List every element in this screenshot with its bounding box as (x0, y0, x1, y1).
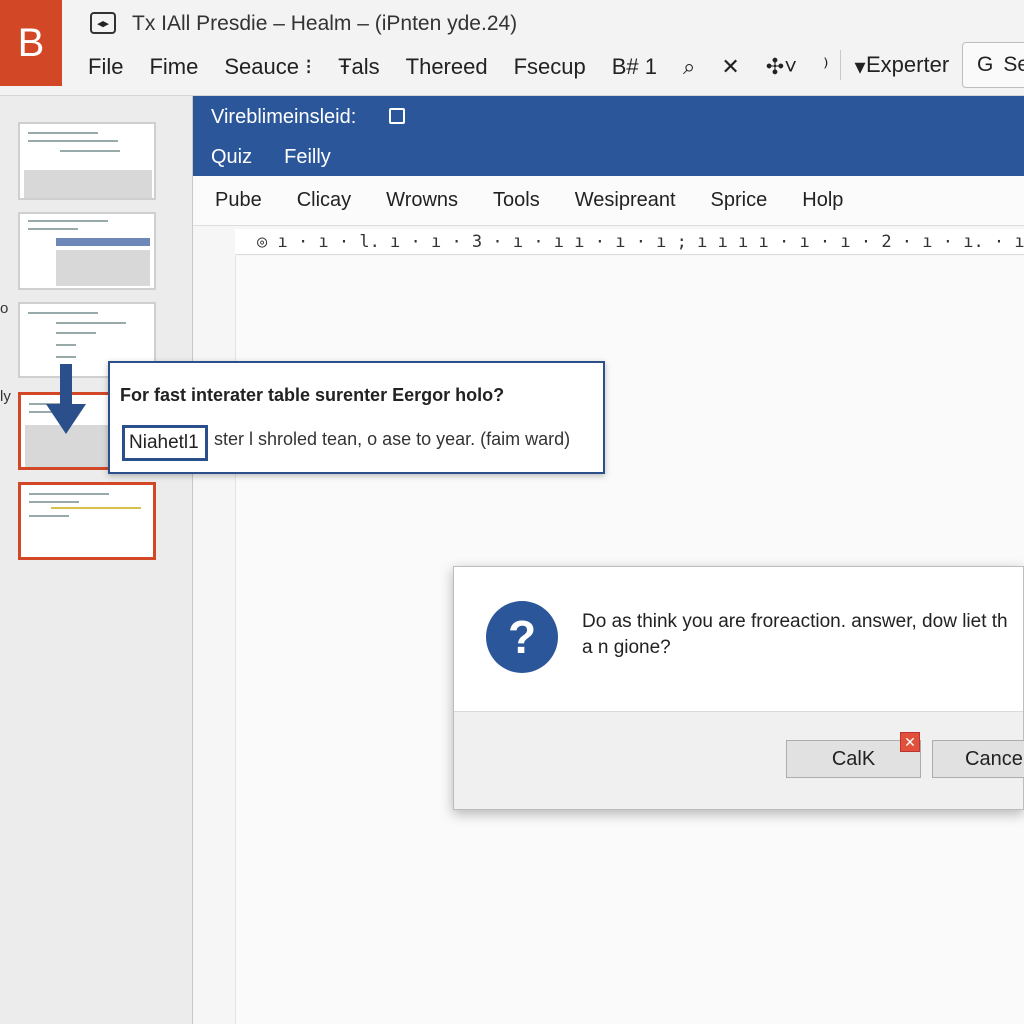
document-tabs: Quiz Feilly (211, 146, 331, 169)
ribbon-menu: Pube Clicay Wrowns Tools Wesipreant Spri… (193, 176, 1024, 226)
callout-answer-text: ster l shroled tean, o ase to year. (fai… (214, 429, 571, 449)
slide-thumbnail-2[interactable] (18, 212, 156, 290)
ribbon-pube[interactable]: Pube (215, 189, 262, 212)
menu-fime[interactable]: Fime (149, 54, 198, 80)
dialog-footer: CalK ✕ Cancel (454, 711, 1024, 809)
confirm-dialog: ? Do as think you are froreaction. answe… (453, 566, 1024, 810)
menu-b1[interactable]: B# 1 (612, 54, 657, 80)
menu-divider (840, 50, 841, 80)
side-label-o: o (0, 300, 9, 317)
menu-seauce[interactable]: Seauce ⁝ (224, 54, 312, 80)
chevron-down-icon[interactable]: ▾ (854, 54, 865, 80)
ruler[interactable]: ◎ ı · ı · l. ı · ı · 3 · ı · ı ı · ı · ı… (235, 229, 1024, 255)
app-logo[interactable]: B (0, 0, 62, 86)
bracket-icon[interactable]: ⁾ (823, 54, 828, 80)
window-title: Tx IAll Presdie – Healm – (iPnten yde.24… (132, 12, 518, 35)
document-window: Vireblimeinsleid: Quiz Feilly Pube Clica… (192, 96, 1024, 1024)
search-icon[interactable]: ⌕ (683, 54, 695, 80)
menu-bar: File Fime Seauce ⁝ Ŧals Thereed Fsecup B… (88, 50, 866, 84)
document-title: Vireblimeinsleid: (211, 106, 357, 128)
slide-thumbnail-1[interactable] (18, 122, 156, 200)
ribbon-wrowns[interactable]: Wrowns (386, 189, 458, 212)
arrow-down-icon (46, 364, 86, 434)
app-title-bar: B ◂▸ Tx IAll Presdie – Healm – (iPnten y… (0, 0, 1024, 96)
ribbon-sprice[interactable]: Sprice (711, 189, 768, 212)
share-button[interactable]: G Se (962, 42, 1024, 88)
move-icon[interactable]: ✣˅ (766, 54, 797, 80)
menu-fsecup[interactable]: Fsecup (514, 54, 586, 80)
ribbon-tools[interactable]: Tools (493, 189, 540, 212)
share-icon: G (977, 53, 994, 76)
ribbon-holp[interactable]: Holp (802, 189, 843, 212)
slide-thumbnail-5[interactable] (18, 482, 156, 560)
menu-thereed[interactable]: Thereed (406, 54, 488, 80)
quick-access-icon[interactable]: ◂▸ (90, 12, 116, 34)
ribbon-clicay[interactable]: Clicay (297, 189, 351, 212)
close-icon[interactable]: ✕ (900, 732, 920, 752)
callout-question: For fast interater table surenter Eergor… (120, 385, 505, 405)
close-icon[interactable]: ✕ (721, 54, 739, 80)
ribbon-wesipreant[interactable]: Wesipreant (575, 189, 676, 212)
menu-tals[interactable]: Ŧals (338, 54, 380, 80)
question-callout: For fast interater table surenter Eergor… (108, 361, 605, 474)
tab-feilly[interactable]: Feilly (284, 146, 331, 169)
menu-experter[interactable]: Experter (866, 52, 949, 78)
document-header: Vireblimeinsleid: Quiz Feilly (193, 96, 1024, 176)
slide-thumbnail-panel: o ly (0, 96, 180, 1024)
tab-quiz[interactable]: Quiz (211, 146, 252, 169)
question-icon: ? (486, 601, 558, 673)
answer-input[interactable]: Niahetl1 (122, 425, 208, 461)
window-restore-icon[interactable] (389, 108, 405, 124)
cancel-button[interactable]: Cancel (932, 740, 1024, 778)
menu-file[interactable]: File (88, 54, 123, 80)
dialog-message: Do as think you are froreaction. answer,… (582, 611, 1008, 658)
side-label-ly: ly (0, 388, 11, 405)
share-label: Se (1003, 53, 1024, 76)
